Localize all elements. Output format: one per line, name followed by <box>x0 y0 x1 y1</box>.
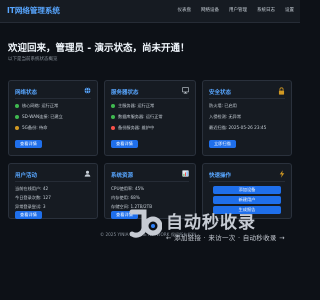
card-divider <box>15 181 91 182</box>
nav-network-devices[interactable]: 网络设备 <box>201 7 219 13</box>
status-dot-green <box>111 104 115 108</box>
top-navbar: IT网络管理系统 仪表盘 网络设备 用户管理 系统日志 设置 <box>0 0 300 23</box>
welcome-subtitle: 以下是当前系统状态概览 <box>8 57 58 62</box>
stat-line: 内存使用: 68% <box>111 195 140 200</box>
lightning-icon <box>278 169 285 178</box>
card-divider <box>209 98 285 99</box>
watermark-title: 自动秒收录 <box>166 213 256 233</box>
server-status-card: 服务器状态 主服务器: 运行正常 数据库服务器: 运行正常 备份服务器: 维护中… <box>104 80 196 156</box>
user-icon <box>84 170 91 177</box>
globe-icon <box>84 87 91 94</box>
scan-now-button[interactable]: 立即扫描 <box>209 140 236 148</box>
card-title: 用户活动 <box>15 173 38 179</box>
nav-dashboard[interactable]: 仪表盘 <box>178 7 192 13</box>
status-line: SD-WAN连接: 已建立 <box>15 114 63 120</box>
status-line: 防火墙: 已启用 <box>209 103 237 108</box>
stat-line: 当前在线用户: 42 <box>15 186 49 191</box>
watermark-overlay: 自动秒收录 ← 添加链接 · 来访一次 · 自动秒收录 → <box>128 202 294 248</box>
watermark-logo-icon <box>129 209 162 238</box>
card-divider <box>15 98 91 99</box>
view-details-button[interactable]: 查看详情 <box>15 211 42 219</box>
status-dot-green <box>15 104 19 108</box>
status-line: 入侵检测: 无异常 <box>209 114 242 119</box>
card-title: 网络状态 <box>15 90 38 96</box>
welcome-title: 欢迎回来，管理员 - 演示状态，尚未开通！ <box>8 43 190 54</box>
app-title[interactable]: IT网络管理系统 <box>7 5 60 16</box>
network-status-card: 网络状态 核心网络: 运行正常 SD-WAN连接: 已建立 5G备份: 待命 查… <box>8 80 98 156</box>
security-status-card: 安全状态 防火墙: 已启用 入侵检测: 无异常 最近扫描: 2025-05-26… <box>202 80 292 156</box>
monitor-icon <box>182 87 189 94</box>
stat-line: CPU使用率: 45% <box>111 186 145 191</box>
status-dot-yellow <box>15 126 19 130</box>
lock-icon <box>278 86 285 95</box>
stat-line: 今日登录次数: 127 <box>15 195 51 200</box>
chart-icon <box>182 170 189 177</box>
watermark-subtitle: ← 添加链接 · 来访一次 · 自动秒收录 → <box>166 234 285 242</box>
view-details-button[interactable]: 查看详情 <box>15 140 42 148</box>
status-line: 5G备份: 待命 <box>15 125 47 131</box>
status-dot-red <box>111 126 115 130</box>
status-dot-green <box>111 115 115 119</box>
nav-user-management[interactable]: 用户管理 <box>229 7 247 13</box>
nav-settings[interactable]: 设置 <box>285 7 294 13</box>
card-title: 系统资源 <box>111 173 134 179</box>
view-details-button[interactable]: 查看详情 <box>111 140 138 148</box>
card-title: 快速操作 <box>209 173 232 179</box>
add-device-button[interactable]: 添加设备 <box>213 186 281 194</box>
main-nav: 仪表盘 网络设备 用户管理 系统日志 设置 <box>178 7 295 13</box>
status-line: 核心网络: 运行正常 <box>15 103 58 109</box>
status-line: 最近扫描: 2025-05-26 23:45 <box>209 125 267 130</box>
status-line: 备份服务器: 维护中 <box>111 125 154 131</box>
card-divider <box>111 98 189 99</box>
status-line: 主服务器: 运行正常 <box>111 103 154 109</box>
card-title: 安全状态 <box>209 90 232 96</box>
nav-system-logs[interactable]: 系统日志 <box>257 7 275 13</box>
status-line: 数据库服务器: 运行正常 <box>111 114 163 120</box>
status-dot-green <box>15 115 19 119</box>
card-divider <box>209 181 285 182</box>
stat-line: 异常登录尝试: 3 <box>15 204 46 209</box>
card-divider <box>111 181 189 182</box>
card-title: 服务器状态 <box>111 90 139 96</box>
user-activity-card: 用户活动 当前在线用户: 42 今日登录次数: 127 异常登录尝试: 3 查看… <box>8 163 98 219</box>
